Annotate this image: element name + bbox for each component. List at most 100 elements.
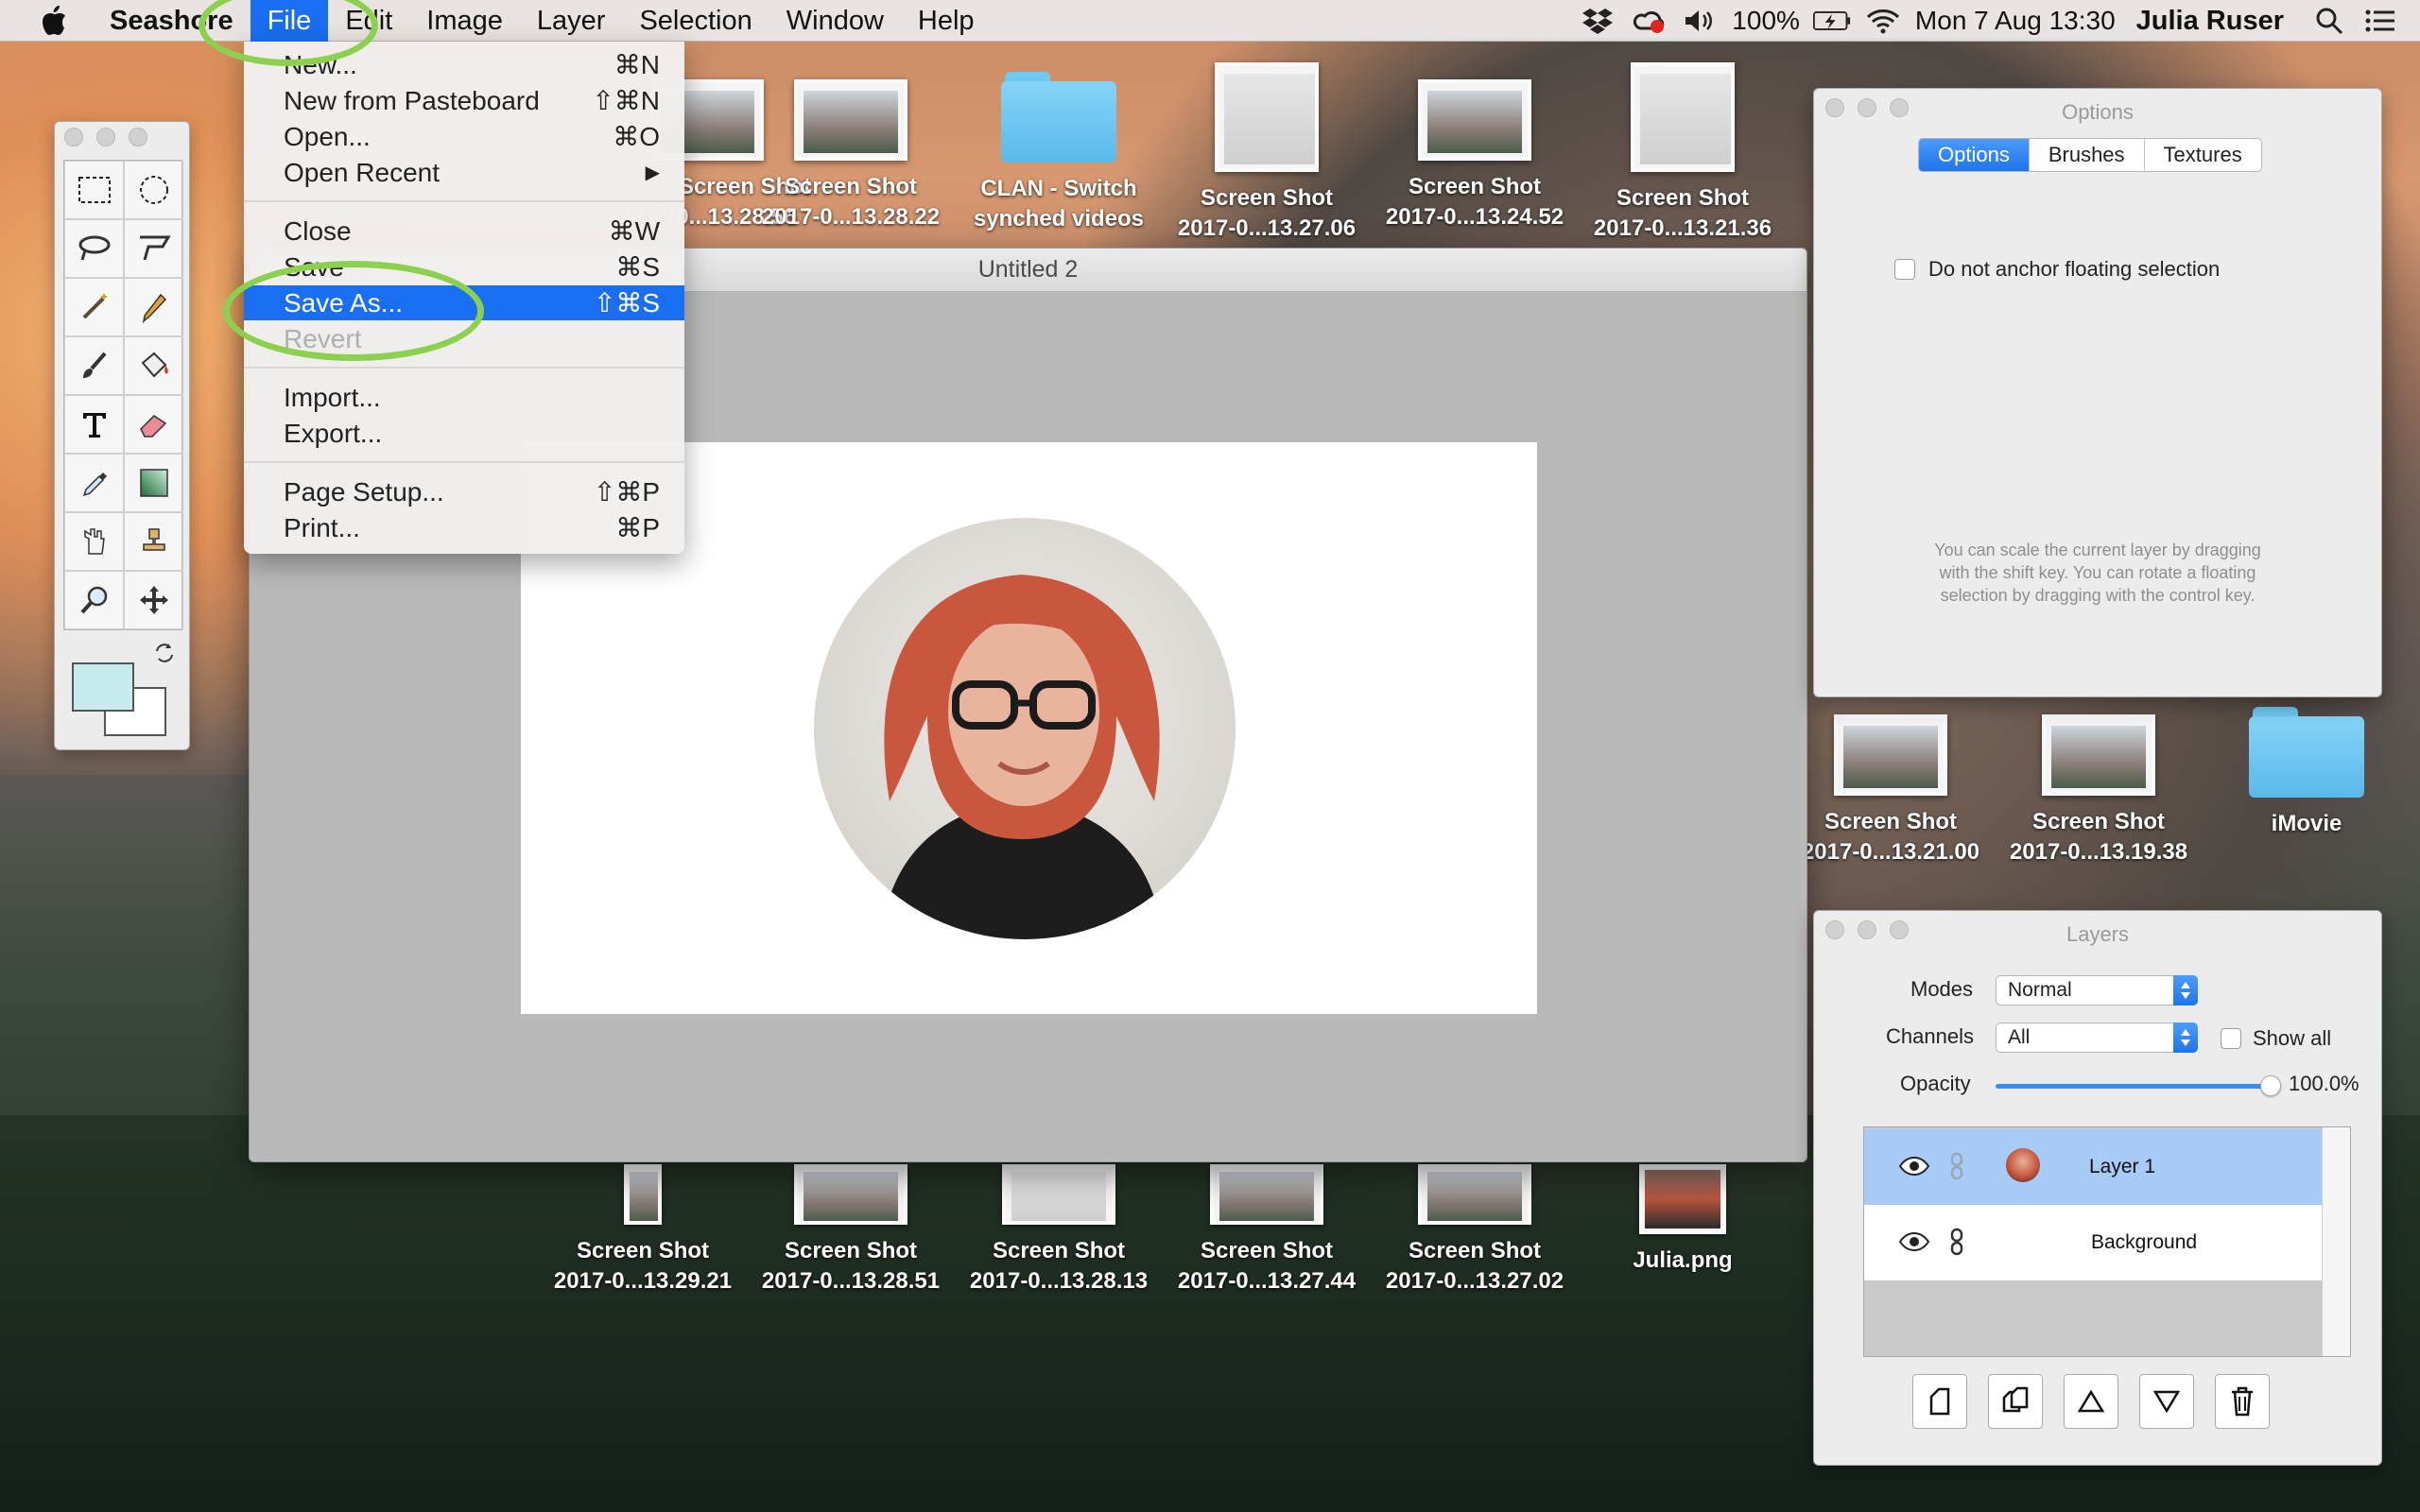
screenshot-thumbnail — [794, 1164, 908, 1225]
menu-item-open-recent[interactable]: Open Recent ▶ — [244, 155, 684, 190]
select-stepper-icon — [2173, 1022, 2198, 1053]
status-area: 100% Mon 7 Aug 13:30 Julia Ruser — [1565, 0, 2420, 42]
polygon-lasso-tool[interactable] — [124, 219, 183, 278]
desktop-icon[interactable]: Screen Shot 2017-0...13.24.52 — [1371, 79, 1579, 232]
menu-item-close[interactable]: Close ⌘W — [244, 214, 684, 249]
dropbox-icon[interactable] — [1579, 0, 1616, 42]
folder-icon — [2249, 707, 2364, 798]
tab-textures[interactable]: Textures — [2145, 139, 2261, 171]
trash-icon — [2232, 1386, 2253, 1417]
layer-row-background[interactable]: Background — [1864, 1205, 2322, 1280]
foreground-color-swatch[interactable] — [72, 662, 134, 712]
channels-select[interactable]: All — [1996, 1022, 2198, 1053]
creative-cloud-icon[interactable] — [1630, 0, 1668, 42]
battery-percent: 100% — [1732, 6, 1800, 35]
eyedropper-tool[interactable] — [64, 454, 124, 512]
desktop-icon[interactable]: Screen Shot 2017-0...13.28.13 — [955, 1164, 1163, 1297]
options-tab-bar: Options Brushes Textures — [1918, 138, 2262, 172]
show-all-checkbox[interactable] — [2221, 1028, 2241, 1049]
desktop-icon[interactable]: Screen Shot 2017-0...13.27.06 — [1163, 62, 1371, 244]
delete-layer-button[interactable] — [2215, 1374, 2270, 1429]
show-all-label: Show all — [2253, 1026, 2332, 1050]
menu-layer[interactable]: Layer — [520, 0, 623, 42]
raise-layer-button[interactable] — [2064, 1374, 2118, 1429]
anchor-floating-checkbox[interactable] — [1894, 259, 1915, 280]
menu-item-new-from-pasteboard[interactable]: New from Pasteboard ⇧⌘N — [244, 83, 684, 118]
opacity-slider-track[interactable] — [1996, 1084, 2272, 1089]
gradient-tool[interactable] — [124, 454, 183, 512]
menu-item-print[interactable]: Print... ⌘P — [244, 510, 684, 545]
screenshot-thumbnail — [2042, 714, 2155, 796]
tab-options[interactable]: Options — [1919, 139, 2030, 171]
eye-icon[interactable] — [1898, 1156, 1930, 1181]
eye-icon[interactable] — [1898, 1231, 1930, 1257]
menu-item-export[interactable]: Export... — [244, 416, 684, 451]
modes-select[interactable]: Normal — [1996, 975, 2198, 1005]
minimize-button[interactable] — [96, 128, 115, 146]
wifi-icon[interactable] — [1864, 0, 1902, 42]
pencil-tool[interactable] — [124, 278, 183, 336]
screenshot-thumbnail — [1210, 1164, 1323, 1225]
spotlight-search-icon[interactable] — [2310, 0, 2348, 42]
desktop-icon[interactable]: Screen Shot 2017-0...13.21.00 — [1787, 714, 1995, 868]
desktop-folder-icon[interactable]: CLAN - Switch synched videos — [955, 72, 1163, 234]
notification-center-icon[interactable] — [2361, 0, 2399, 42]
menu-help[interactable]: Help — [901, 0, 992, 42]
menu-item-page-setup[interactable]: Page Setup... ⇧⌘P — [244, 474, 684, 509]
desktop-image-icon[interactable]: Julia.png — [1579, 1164, 1787, 1276]
bucket-fill-tool[interactable] — [124, 336, 183, 395]
new-layer-button[interactable] — [1912, 1374, 1967, 1429]
user-name[interactable]: Julia Ruser — [2136, 6, 2284, 37]
volume-icon[interactable] — [1681, 0, 1719, 42]
screenshot-thumbnail — [794, 79, 908, 161]
opacity-slider-knob[interactable] — [2260, 1075, 2281, 1096]
lower-layer-icon — [2153, 1390, 2180, 1414]
raise-layer-icon — [2078, 1389, 2104, 1413]
duplicate-layer-button[interactable] — [1988, 1374, 2043, 1429]
layer-list-scrollbar[interactable] — [2322, 1127, 2350, 1356]
smudge-tool[interactable] — [64, 512, 124, 571]
eraser-tool[interactable] — [124, 395, 183, 454]
zoom-button[interactable] — [129, 128, 147, 146]
desktop-icon[interactable]: Screen Shot 2017-0...13.19.38 — [1995, 714, 2203, 868]
move-tool[interactable] — [124, 571, 183, 629]
tab-brushes[interactable]: Brushes — [2030, 139, 2145, 171]
rect-select-tool[interactable] — [64, 161, 124, 219]
menu-window[interactable]: Window — [769, 0, 901, 42]
link-icon[interactable] — [1949, 1152, 1964, 1185]
magic-wand-tool[interactable] — [64, 278, 124, 336]
screenshot-thumbnail — [1631, 62, 1735, 172]
desktop-folder-icon[interactable]: iMovie — [2203, 707, 2411, 839]
battery-icon[interactable] — [1812, 0, 1851, 42]
layer-row-layer-1[interactable]: Layer 1 — [1864, 1129, 2322, 1205]
lasso-tool[interactable] — [64, 219, 124, 278]
screenshot-thumbnail — [1215, 62, 1319, 172]
desktop-icon[interactable]: Screen Shot 2017-0...13.29.21 — [539, 1164, 747, 1297]
ellipse-select-tool[interactable] — [124, 161, 183, 219]
menu-item-open[interactable]: Open... ⌘O — [244, 119, 684, 154]
menu-separator — [244, 200, 684, 202]
menu-image[interactable]: Image — [409, 0, 520, 42]
zoom-tool[interactable] — [64, 571, 124, 629]
desktop-icon[interactable]: Screen Shot 2017-0...13.27.02 — [1371, 1164, 1579, 1297]
annotation-circle-save-as — [223, 261, 484, 361]
brush-tool[interactable] — [64, 336, 124, 395]
menu-item-import[interactable]: Import... — [244, 380, 684, 415]
clone-stamp-tool[interactable] — [124, 512, 183, 571]
apple-icon[interactable] — [40, 5, 68, 37]
lower-layer-button[interactable] — [2139, 1374, 2194, 1429]
menu-selection[interactable]: Selection — [622, 0, 769, 42]
desktop-icon[interactable]: Screen Shot 2017-0...13.27.44 — [1163, 1164, 1371, 1297]
image-thumbnail — [1639, 1164, 1726, 1234]
swap-colors-icon[interactable] — [153, 642, 176, 664]
screenshot-thumbnail — [624, 1164, 662, 1225]
text-tool[interactable] — [64, 395, 124, 454]
close-button[interactable] — [64, 128, 83, 146]
link-icon[interactable] — [1949, 1228, 1964, 1261]
desktop-icon[interactable]: Screen Shot 2017-0...13.28.51 — [747, 1164, 955, 1297]
desktop-icon[interactable]: Screen Shot 2017-0...13.28.22 — [747, 79, 955, 232]
desktop-icon[interactable]: Screen Shot 2017-0...13.21.36 — [1579, 62, 1787, 244]
clock[interactable]: Mon 7 Aug 13:30 — [1915, 6, 2116, 36]
tools-palette — [54, 121, 190, 750]
screenshot-thumbnail — [1834, 714, 1947, 796]
